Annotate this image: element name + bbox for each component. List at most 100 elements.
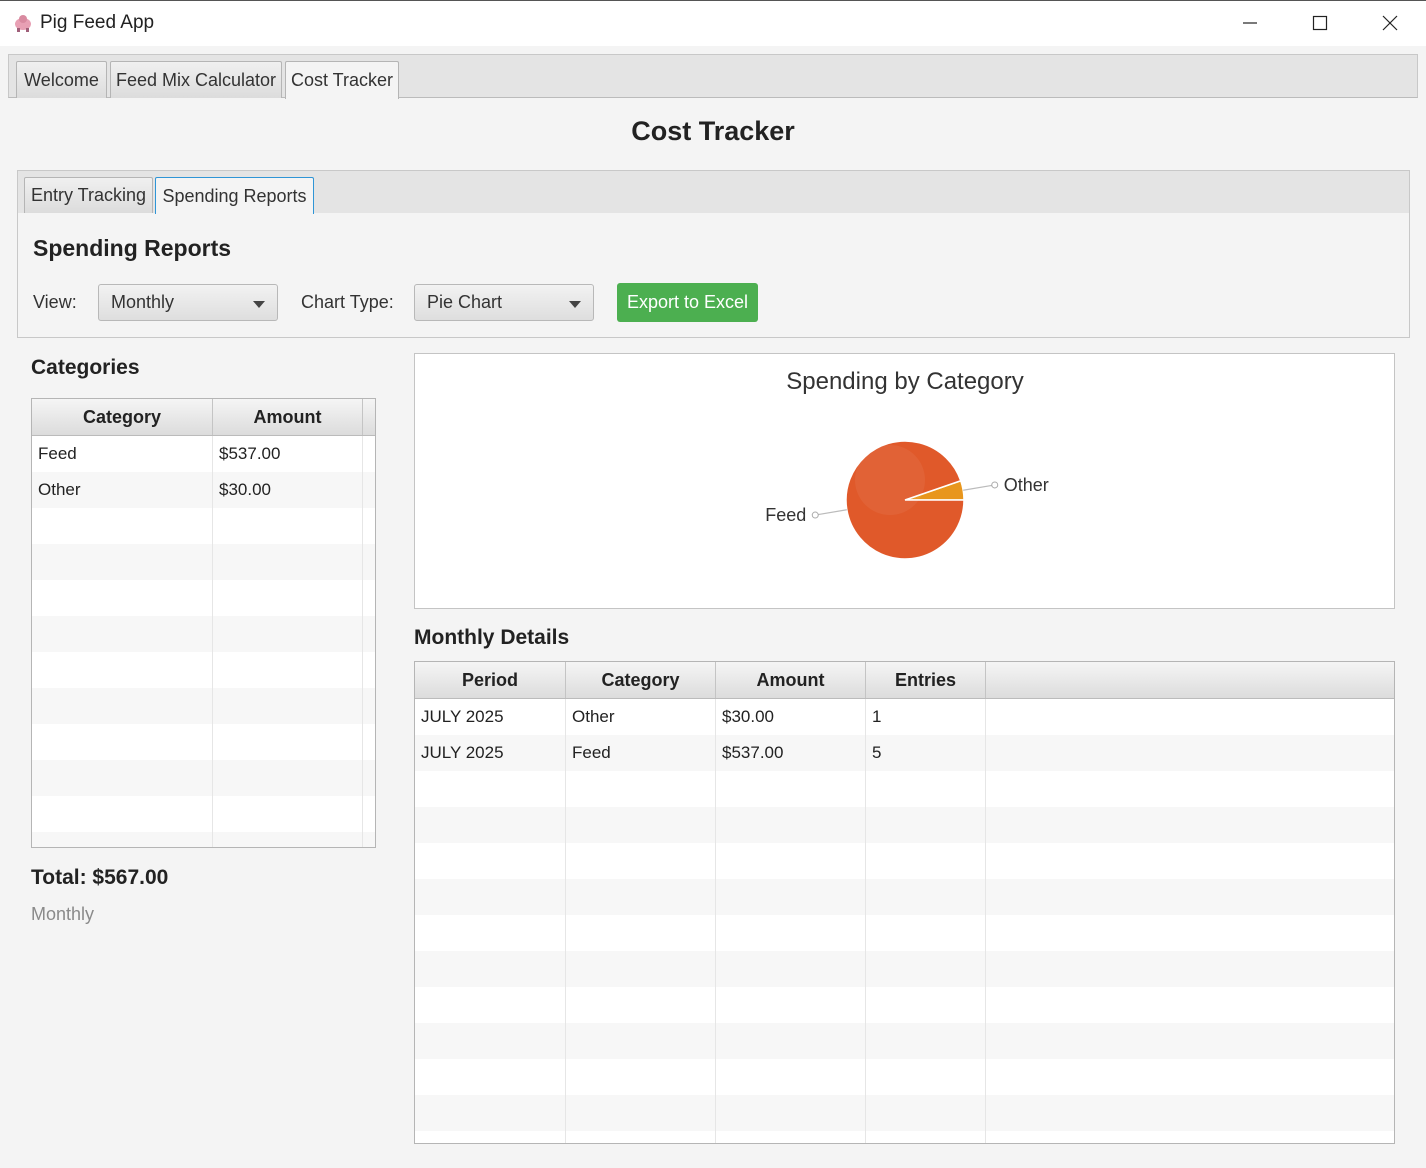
empty-cell <box>213 832 363 847</box>
column-header-entries[interactable]: Entries <box>866 662 986 698</box>
empty-cell <box>213 508 363 544</box>
empty-table-row <box>32 652 375 688</box>
empty-table-row <box>415 879 1394 915</box>
cell-entries: 1 <box>866 699 986 735</box>
minimize-button[interactable] <box>1215 0 1285 46</box>
empty-table-row <box>32 796 375 832</box>
maximize-button[interactable] <box>1285 0 1355 46</box>
empty-table-row <box>415 1023 1394 1059</box>
empty-cell <box>566 807 716 843</box>
pig-app-icon <box>12 11 34 33</box>
export-to-excel-button[interactable]: Export to Excel <box>617 283 758 322</box>
table-row[interactable]: JULY 2025 Other $30.00 1 <box>415 699 1394 735</box>
empty-table-row <box>415 1131 1394 1143</box>
empty-cell <box>566 1095 716 1131</box>
pie-label-feed: Feed <box>765 505 806 525</box>
empty-cell <box>32 796 213 832</box>
table-row[interactable]: JULY 2025 Feed $537.00 5 <box>415 735 1394 771</box>
empty-cell <box>716 843 866 879</box>
empty-cell <box>213 580 363 616</box>
maximize-icon <box>1312 15 1328 31</box>
empty-cell <box>866 1059 986 1095</box>
empty-cell <box>32 760 213 796</box>
page-title: Cost Tracker <box>631 116 795 146</box>
empty-cell <box>866 771 986 807</box>
tab-spending-reports[interactable]: Spending Reports <box>155 177 314 214</box>
categories-table[interactable]: Category Amount Feed $537.00 Other $30.0… <box>31 398 376 848</box>
cell-category: Other <box>566 699 716 735</box>
empty-cell <box>716 1059 866 1095</box>
chevron-down-icon <box>253 301 265 308</box>
empty-table-row <box>32 508 375 544</box>
empty-cell <box>716 807 866 843</box>
column-header-amount[interactable]: Amount <box>213 399 363 435</box>
tab-cost-tracker[interactable]: Cost Tracker <box>285 61 399 99</box>
empty-cell <box>866 1023 986 1059</box>
view-label: View: <box>33 292 77 312</box>
view-select-value: Monthly <box>111 292 175 312</box>
tab-entry-tracking[interactable]: Entry Tracking <box>24 177 153 213</box>
tab-welcome[interactable]: Welcome <box>16 61 107 98</box>
pie-label-line <box>963 484 995 491</box>
empty-cell <box>716 879 866 915</box>
empty-cell <box>415 879 566 915</box>
chart-type-label: Chart Type: <box>301 292 394 312</box>
monthly-details-table[interactable]: Period Category Amount Entries JULY 2025… <box>414 661 1395 1144</box>
empty-cell <box>566 1131 716 1143</box>
empty-cell <box>213 616 363 652</box>
empty-cell <box>415 1023 566 1059</box>
pie-highlight <box>855 445 925 515</box>
total-amount: Total: $567.00 <box>31 866 169 889</box>
tab-feed-mix-calculator[interactable]: Feed Mix Calculator <box>110 61 282 98</box>
empty-table-row <box>32 544 375 580</box>
empty-cell <box>415 771 566 807</box>
empty-table-row <box>32 616 375 652</box>
empty-cell <box>32 508 213 544</box>
close-button[interactable] <box>1355 0 1425 46</box>
empty-table-row <box>415 807 1394 843</box>
empty-cell <box>716 771 866 807</box>
pie-chart: Other Feed <box>765 440 1049 560</box>
empty-cell <box>415 843 566 879</box>
pie-label-line <box>815 509 847 516</box>
empty-table-row <box>32 724 375 760</box>
reports-heading: Spending Reports <box>33 235 232 261</box>
empty-cell <box>32 616 213 652</box>
empty-cell <box>32 724 213 760</box>
empty-cell <box>566 771 716 807</box>
cell-category: Other <box>32 472 213 508</box>
pie-label-dot <box>991 481 999 489</box>
empty-cell <box>213 544 363 580</box>
empty-cell <box>716 915 866 951</box>
empty-table-row <box>415 915 1394 951</box>
empty-cell <box>566 879 716 915</box>
column-header-amount[interactable]: Amount <box>716 662 866 698</box>
cell-period: JULY 2025 <box>415 735 566 771</box>
column-header-category[interactable]: Category <box>566 662 716 698</box>
empty-cell <box>866 1131 986 1143</box>
empty-table-row <box>32 688 375 724</box>
chart-type-select-value: Pie Chart <box>427 292 503 312</box>
empty-table-row <box>415 987 1394 1023</box>
pie-label-dot <box>811 511 819 519</box>
table-row[interactable]: Other $30.00 <box>32 472 375 508</box>
table-row[interactable]: Feed $537.00 <box>32 436 375 472</box>
empty-cell <box>415 1131 566 1143</box>
close-icon <box>1382 15 1398 31</box>
empty-cell <box>866 843 986 879</box>
cell-category: Feed <box>566 735 716 771</box>
empty-cell <box>566 1059 716 1095</box>
empty-cell <box>213 724 363 760</box>
chevron-down-icon <box>569 301 581 308</box>
empty-table-row <box>415 1059 1394 1095</box>
empty-cell <box>866 987 986 1023</box>
empty-table-row <box>415 951 1394 987</box>
chart-type-select[interactable]: Pie Chart <box>414 284 594 321</box>
empty-cell <box>415 1059 566 1095</box>
title-bar <box>0 0 1426 46</box>
empty-cell <box>716 987 866 1023</box>
empty-cell <box>415 915 566 951</box>
column-header-period[interactable]: Period <box>415 662 566 698</box>
column-header-category[interactable]: Category <box>32 399 213 435</box>
view-select[interactable]: Monthly <box>98 284 278 321</box>
